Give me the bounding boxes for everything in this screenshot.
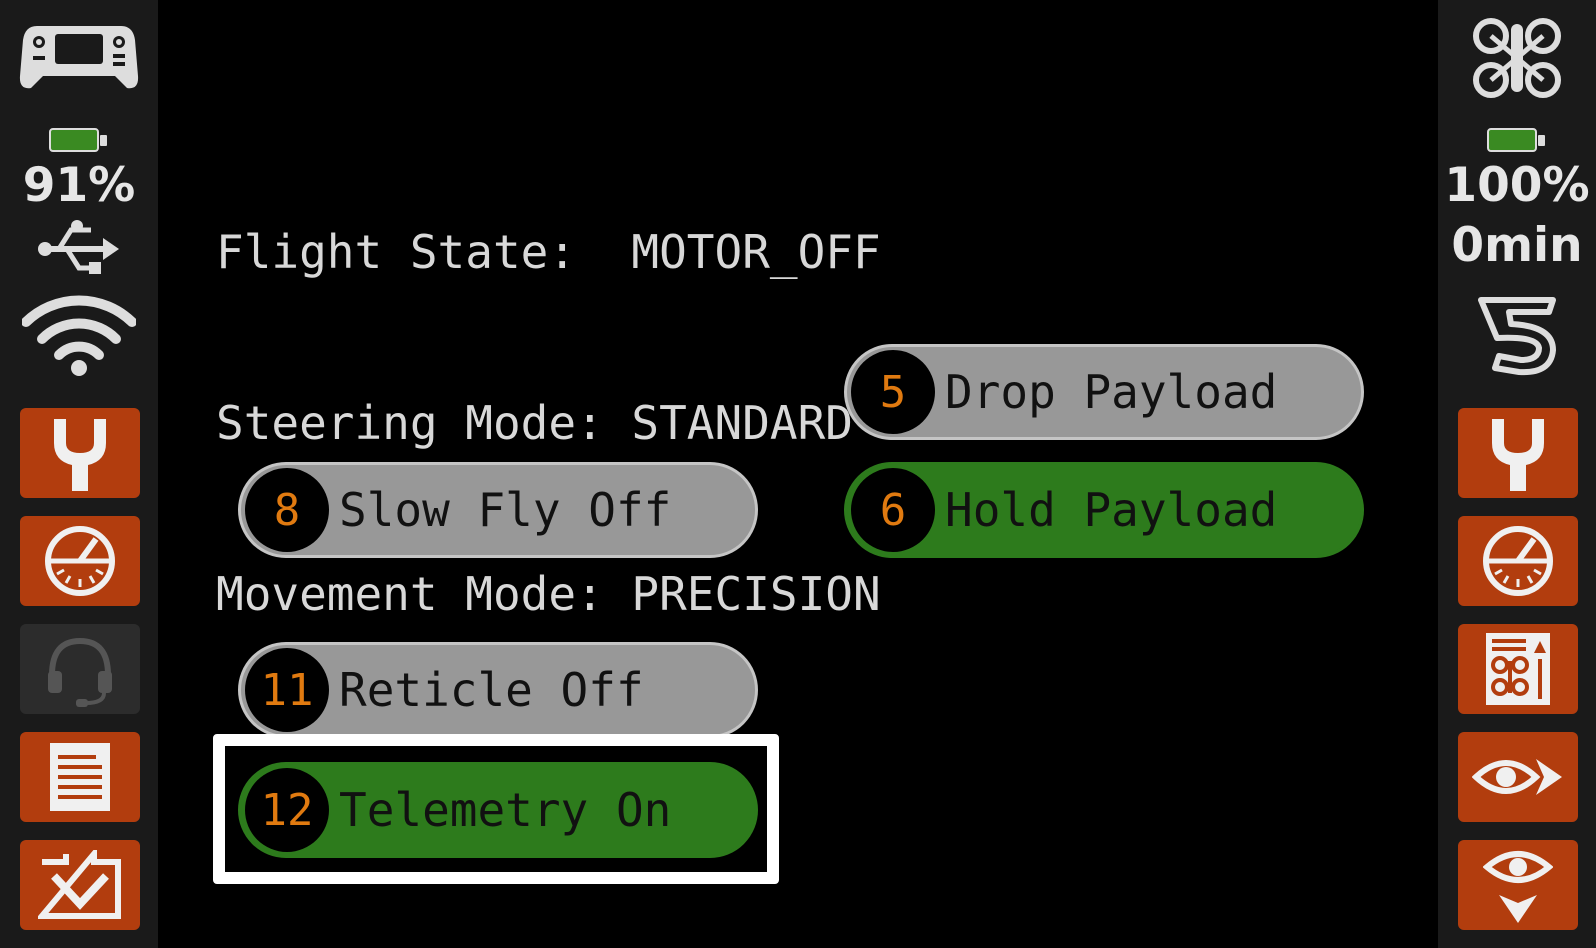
battery-icon bbox=[49, 128, 109, 154]
action-number: 8 bbox=[245, 468, 329, 552]
action-label: Hold Payload bbox=[945, 483, 1278, 537]
drone-battery-percent: 100% bbox=[1444, 158, 1590, 213]
action-label: Reticle Off bbox=[339, 663, 644, 717]
headset-button[interactable] bbox=[20, 624, 140, 714]
gauge-icon bbox=[1483, 526, 1553, 596]
tray-down-button[interactable] bbox=[20, 840, 140, 930]
action-number: 12 bbox=[245, 768, 329, 852]
flight-state: Flight State: MOTOR_OFF bbox=[216, 225, 881, 279]
action-label: Telemetry On bbox=[339, 783, 672, 837]
action-number: 5 bbox=[851, 350, 935, 434]
action-label: Slow Fly Off bbox=[339, 483, 672, 537]
steering-mode: Steering Mode: STANDARD bbox=[216, 396, 853, 450]
wifi-icon bbox=[0, 292, 158, 378]
drone-config-button[interactable] bbox=[1458, 624, 1578, 714]
action-label: Drop Payload bbox=[945, 365, 1278, 419]
wrench-button[interactable] bbox=[20, 408, 140, 498]
headset-icon bbox=[48, 637, 112, 707]
flight-time: 0min bbox=[1451, 218, 1583, 273]
battery-percent: 91% bbox=[22, 158, 136, 213]
document-button[interactable] bbox=[20, 732, 140, 822]
slow-fly-button[interactable]: 8 Slow Fly Off bbox=[238, 462, 758, 558]
wrench-button-right[interactable] bbox=[1458, 408, 1578, 498]
action-number: 6 bbox=[851, 468, 935, 552]
drop-payload-button[interactable]: 5 Drop Payload bbox=[844, 344, 1364, 440]
usb-icon bbox=[0, 218, 158, 280]
right-sidebar: 100% 0min bbox=[1438, 0, 1596, 948]
eye-down-icon bbox=[1483, 851, 1553, 923]
reticle-button[interactable]: 11 Reticle Off bbox=[238, 642, 758, 738]
gauge-icon bbox=[45, 526, 115, 596]
wrench-icon bbox=[1492, 419, 1544, 491]
battery-icon bbox=[1487, 128, 1547, 154]
telemetry-button[interactable]: 12 Telemetry On bbox=[238, 762, 758, 858]
lap-counter-icon bbox=[1438, 294, 1596, 378]
gamepad-icon bbox=[0, 18, 158, 94]
hold-payload-button[interactable]: 6 Hold Payload bbox=[844, 462, 1364, 558]
drone-config-icon bbox=[1486, 633, 1550, 705]
action-number: 11 bbox=[245, 648, 329, 732]
left-sidebar: 91% bbox=[0, 0, 158, 948]
eye-down-button[interactable] bbox=[1458, 840, 1578, 930]
eye-forward-button[interactable] bbox=[1458, 732, 1578, 822]
flight-status-panel: Flight State: MOTOR_OFF Steering Mode: S… bbox=[216, 110, 881, 680]
movement-mode: Movement Mode: PRECISION bbox=[216, 567, 881, 621]
drone-icon bbox=[1438, 16, 1596, 100]
gauge-button-right[interactable] bbox=[1458, 516, 1578, 606]
eye-forward-icon bbox=[1472, 759, 1562, 795]
wrench-icon bbox=[54, 419, 106, 491]
tray-down-icon bbox=[38, 850, 121, 919]
document-icon bbox=[50, 743, 110, 811]
gauge-button[interactable] bbox=[20, 516, 140, 606]
